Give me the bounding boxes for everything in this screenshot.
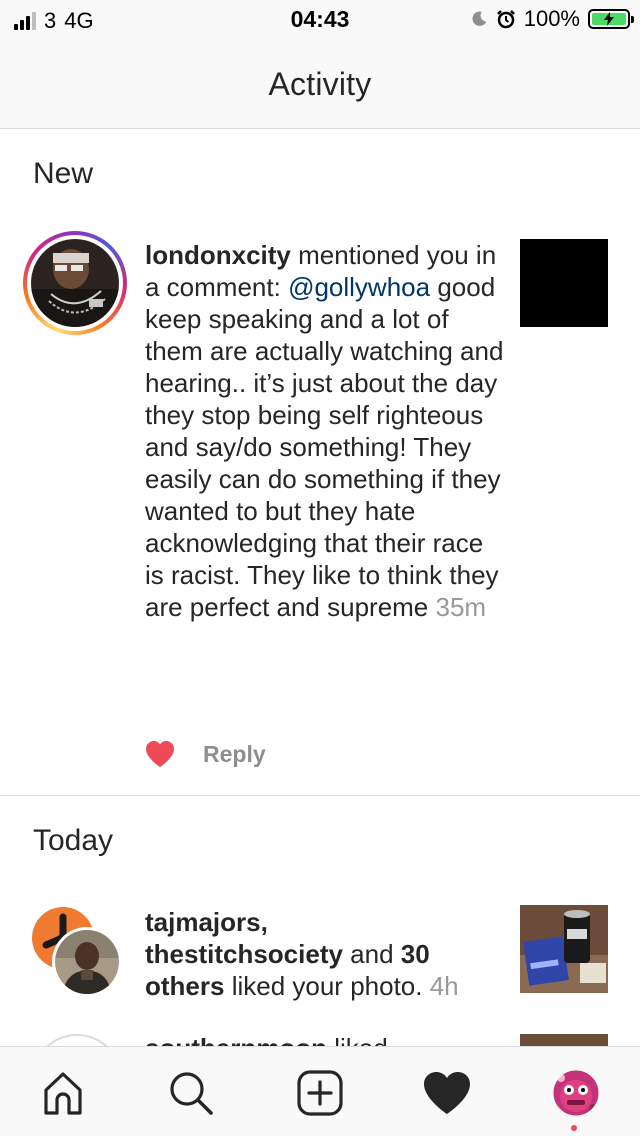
avatar-photo: [55, 930, 119, 994]
battery-icon: [588, 9, 634, 29]
comment-actions: Reply: [145, 740, 266, 768]
moon-icon: [472, 11, 486, 26]
like-action-text: liked your photo.: [224, 971, 423, 1001]
status-right: 100%: [470, 6, 634, 32]
comment-text: good keep speaking and a lot of them are…: [145, 272, 504, 622]
battery-percent: 100%: [523, 6, 580, 31]
tab-profile[interactable]: [548, 1065, 604, 1131]
partial-notification-row[interactable]: southernmoon liked: [0, 1030, 640, 1046]
post-thumbnail[interactable]: [520, 239, 608, 327]
tab-home[interactable]: [35, 1065, 91, 1121]
tab-activity[interactable]: [419, 1065, 475, 1121]
tab-search[interactable]: [163, 1065, 219, 1121]
profile-avatar: [552, 1069, 600, 1117]
reply-button[interactable]: Reply: [203, 741, 266, 768]
section-divider: [0, 795, 640, 796]
partial-username: southernmoon: [145, 1033, 327, 1046]
like-heart-icon[interactable]: [145, 740, 175, 768]
connector-text: and: [342, 939, 401, 969]
activity-header: Activity: [0, 40, 640, 129]
avatar-londonxcity[interactable]: [23, 231, 127, 335]
like-notification-text[interactable]: tajmajors, thestitchsociety and 30 others…: [145, 906, 505, 1002]
partial-avatar: [32, 1034, 122, 1046]
section-title-today: Today: [33, 824, 114, 857]
page-title: Activity: [268, 65, 372, 102]
avatar-photo: [31, 239, 119, 327]
notification-username[interactable]: londonxcity: [145, 240, 291, 270]
liked-photo-thumbnail[interactable]: [520, 905, 608, 993]
partial-notification-text: southernmoon liked: [145, 1032, 388, 1046]
photo-content: [520, 905, 608, 993]
bottom-tab-bar: [0, 1046, 640, 1136]
status-bar: 3 4G 04:43 100%: [0, 0, 640, 40]
partial-thumbnail: [520, 1034, 608, 1046]
mention-notification-text[interactable]: londonxcity mentioned you in a comment: …: [145, 239, 505, 623]
avatar-thestitchsociety: [52, 927, 122, 997]
notification-time: 35m: [428, 592, 487, 622]
notification-dot: [571, 1125, 577, 1131]
alarm-icon: [496, 10, 515, 29]
home-icon: [44, 1072, 82, 1115]
liker-username-1[interactable]: tajmajors,: [145, 907, 268, 937]
search-icon: [170, 1072, 213, 1115]
like-notification-time: 4h: [422, 971, 459, 1001]
liker-username-2[interactable]: thestitchsociety: [145, 939, 343, 969]
mention-link[interactable]: @gollywhoa: [288, 272, 430, 302]
section-title-new: New: [33, 157, 94, 190]
add-post-icon: [297, 1070, 343, 1116]
stacked-avatars[interactable]: [32, 907, 122, 997]
activity-heart-icon: [424, 1072, 470, 1114]
partial-action: liked: [327, 1033, 387, 1046]
tab-new-post[interactable]: [292, 1065, 348, 1121]
